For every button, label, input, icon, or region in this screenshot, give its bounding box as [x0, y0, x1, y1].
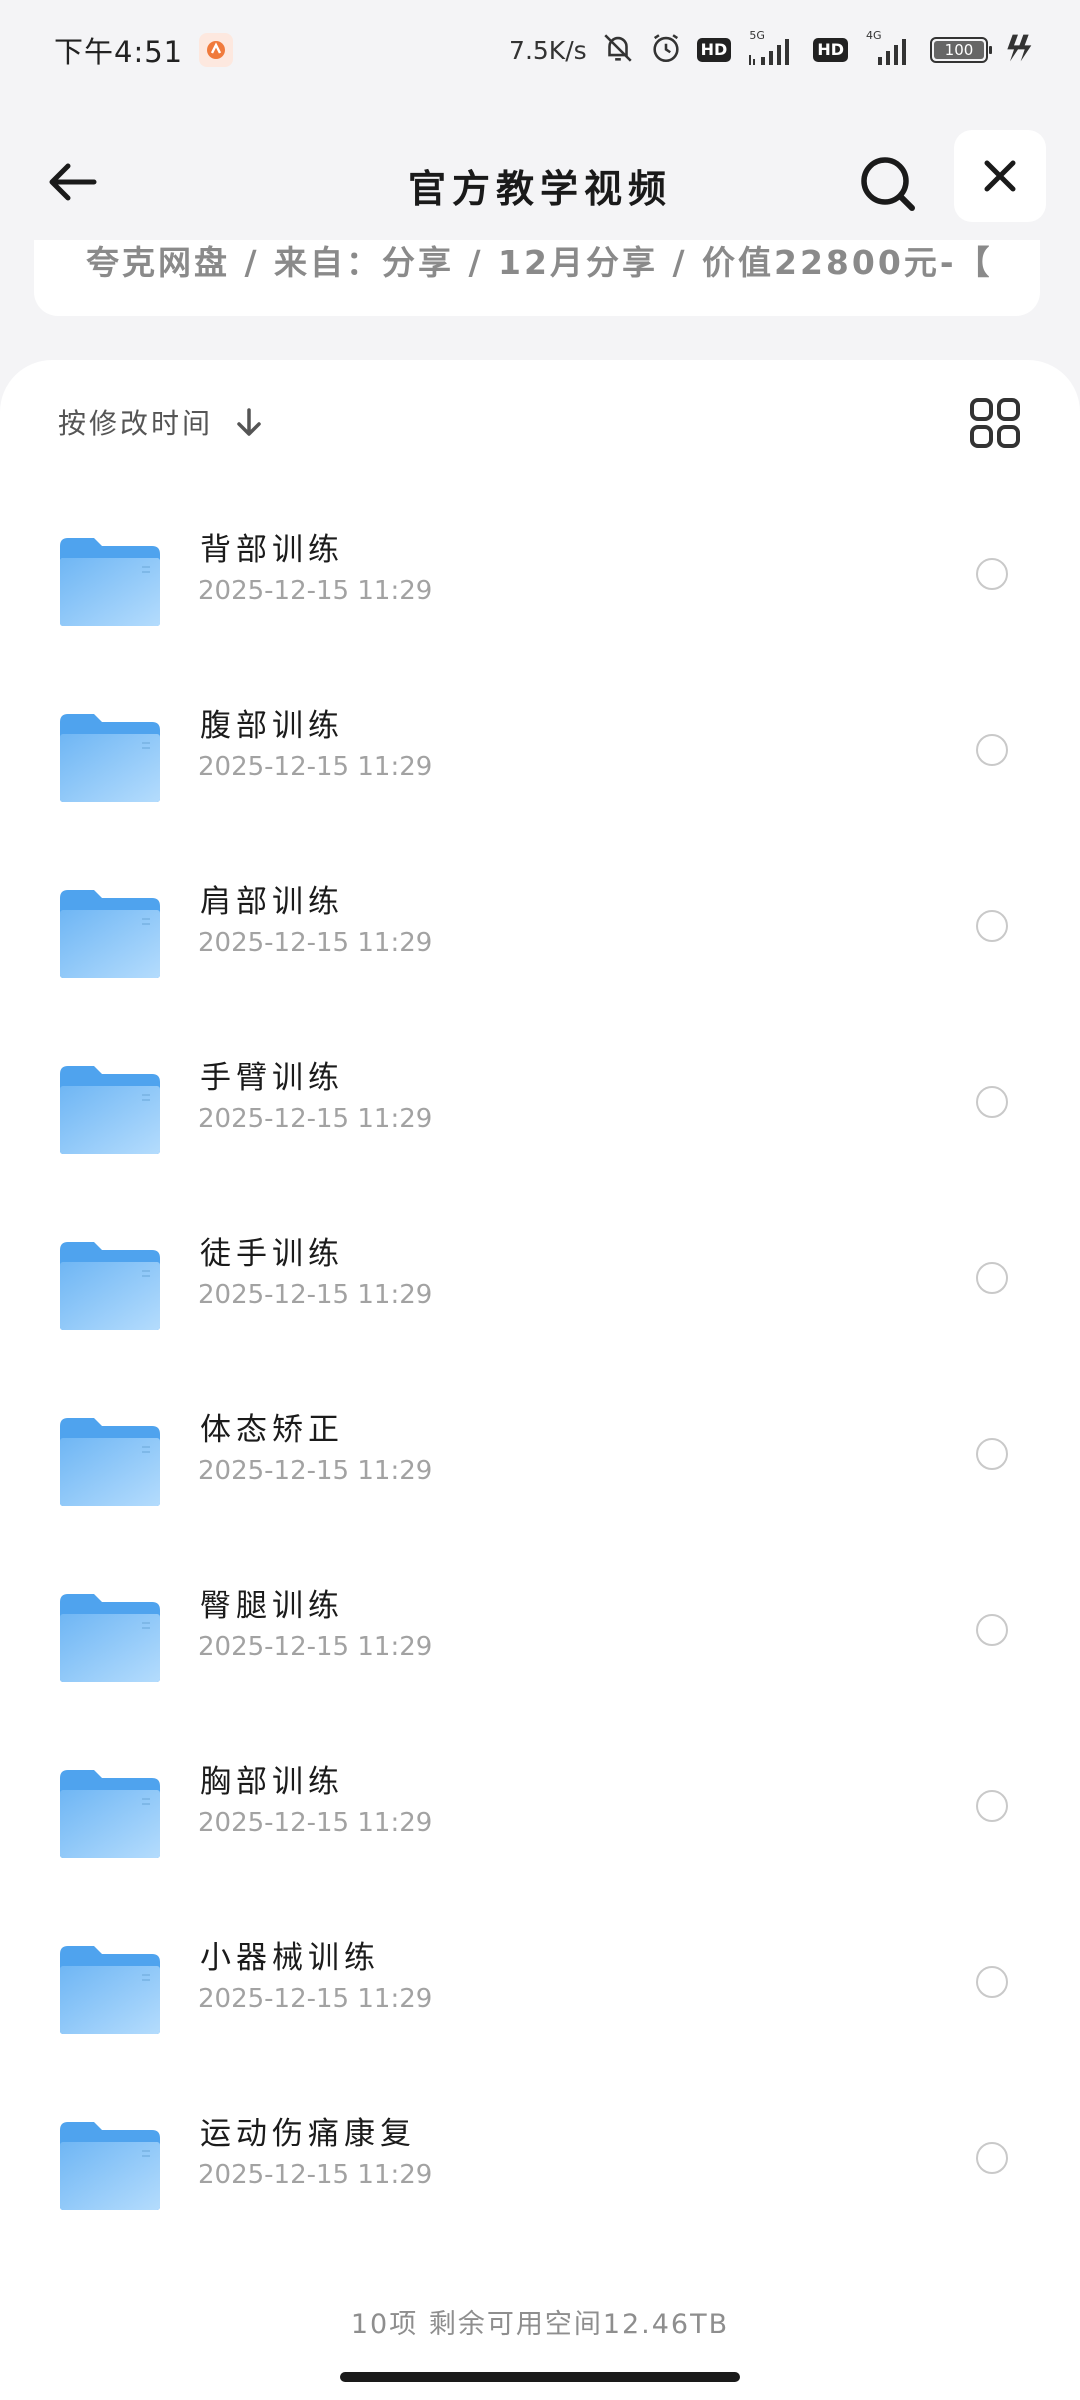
item-date: 2025-12-15 11:29 — [198, 1456, 433, 1486]
folder-icon — [60, 714, 160, 802]
item-date: 2025-12-15 11:29 — [198, 752, 433, 782]
select-radio[interactable] — [976, 1790, 1008, 1822]
close-button[interactable] — [954, 130, 1046, 222]
list-item[interactable]: 背部训练 2025-12-15 11:29 — [0, 472, 1080, 648]
item-date: 2025-12-15 11:29 — [198, 1984, 433, 2014]
item-date: 2025-12-15 11:29 — [198, 928, 433, 958]
signal-5g-icon: 5G — [745, 29, 799, 67]
list-item[interactable]: 肩部训练 2025-12-15 11:29 — [0, 824, 1080, 1000]
grid-view-icon — [970, 398, 1020, 448]
select-radio[interactable] — [976, 2142, 1008, 2174]
folder-icon — [60, 1418, 160, 1506]
battery-level: 100 — [934, 41, 984, 59]
folder-icon — [60, 890, 160, 978]
home-indicator[interactable] — [340, 2372, 740, 2382]
item-name: 胸部训练 — [200, 1764, 344, 1800]
list-item[interactable]: 臀腿训练 2025-12-15 11:29 — [0, 1528, 1080, 1704]
folder-icon — [60, 1242, 160, 1330]
close-icon — [984, 160, 1016, 192]
signal-4g-icon: 4G — [862, 29, 916, 67]
net-speed: 7.5K/s — [509, 35, 587, 65]
sort-label: 按修改时间 — [58, 407, 214, 440]
item-date: 2025-12-15 11:29 — [198, 1280, 433, 1310]
item-name: 小器械训练 — [200, 1940, 380, 1976]
item-name: 手臂训练 — [200, 1060, 344, 1096]
list-item[interactable]: 胸部训练 2025-12-15 11:29 — [0, 1704, 1080, 1880]
item-date: 2025-12-15 11:29 — [198, 1632, 433, 1662]
status-time: 下午4:51 — [54, 35, 184, 69]
charging-icon — [1002, 31, 1034, 69]
folder-icon — [60, 2122, 160, 2210]
list-item[interactable]: 腹部训练 2025-12-15 11:29 — [0, 648, 1080, 824]
list-item[interactable]: 手臂训练 2025-12-15 11:29 — [0, 1000, 1080, 1176]
arrow-down-icon — [237, 408, 261, 436]
item-name: 运动伤痛康复 — [200, 2116, 416, 2152]
file-list: 背部训练 2025-12-15 11:29 腹部训练 2025-12-15 11… — [0, 472, 1080, 2232]
select-radio[interactable] — [976, 1614, 1008, 1646]
select-radio[interactable] — [976, 1086, 1008, 1118]
select-radio[interactable] — [976, 1966, 1008, 1998]
folder-icon — [60, 538, 160, 626]
signal-5g-label: 5G — [749, 29, 765, 42]
select-radio[interactable] — [976, 1262, 1008, 1294]
search-icon — [861, 157, 915, 211]
select-radio[interactable] — [976, 734, 1008, 766]
bell-off-icon — [601, 31, 635, 69]
item-date: 2025-12-15 11:29 — [198, 1808, 433, 1838]
list-item[interactable]: 运动伤痛康复 2025-12-15 11:29 — [0, 2056, 1080, 2232]
folder-icon — [60, 1594, 160, 1682]
breadcrumb-path: 夸克网盘 / 来自：分享 / 12月分享 / 价值22800元-【 — [86, 243, 993, 282]
search-button[interactable] — [852, 148, 924, 220]
list-item[interactable]: 体态矫正 2025-12-15 11:29 — [0, 1352, 1080, 1528]
storage-summary: 10项 剩余可用空间12.46TB — [350, 2309, 730, 2340]
sort-control[interactable]: 按修改时间 — [58, 402, 265, 442]
select-radio[interactable] — [976, 910, 1008, 942]
item-name: 体态矫正 — [200, 1412, 344, 1448]
notification-app-icon — [199, 33, 234, 67]
title-bar: 官方教学视频 — [0, 120, 1080, 240]
file-list-panel: 按修改时间 背部训练 2025-12-15 11:29 腹部训练 2025-12… — [0, 360, 1080, 2400]
folder-icon — [60, 1066, 160, 1154]
item-name: 肩部训练 — [200, 884, 344, 920]
list-item[interactable]: 徒手训练 2025-12-15 11:29 — [0, 1176, 1080, 1352]
folder-icon — [60, 1946, 160, 2034]
hd-badge-2: HD — [813, 38, 848, 62]
status-bar: 下午4:51 7.5K/s HD 5G HD 4G 100 — [0, 0, 1080, 100]
item-date: 2025-12-15 11:29 — [198, 2160, 433, 2190]
item-name: 腹部训练 — [200, 708, 344, 744]
item-date: 2025-12-15 11:29 — [198, 1104, 433, 1134]
select-radio[interactable] — [976, 1438, 1008, 1470]
grid-view-button[interactable] — [968, 396, 1022, 450]
item-name: 臀腿训练 — [200, 1588, 344, 1624]
hd-badge: HD — [696, 38, 732, 62]
item-name: 徒手训练 — [200, 1236, 344, 1272]
list-item[interactable]: 小器械训练 2025-12-15 11:29 — [0, 1880, 1080, 2056]
breadcrumb[interactable]: 夸克网盘 / 来自：分享 / 12月分享 / 价值22800元-【 — [34, 240, 1040, 316]
select-radio[interactable] — [976, 558, 1008, 590]
item-name: 背部训练 — [200, 532, 344, 568]
alarm-icon — [649, 31, 683, 69]
folder-icon — [60, 1770, 160, 1858]
item-date: 2025-12-15 11:29 — [198, 576, 433, 606]
battery-icon: 100 — [930, 37, 992, 63]
signal-4g-label: 4G — [866, 29, 882, 42]
